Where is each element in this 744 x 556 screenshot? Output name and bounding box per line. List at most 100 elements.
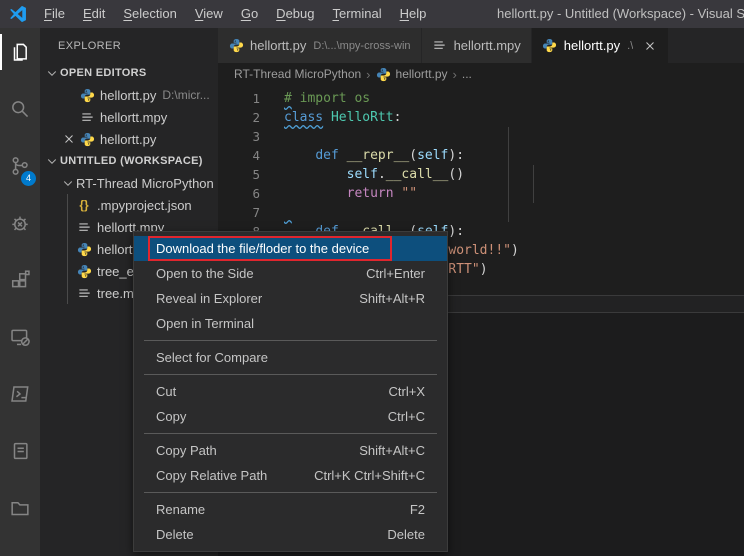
line-content: return "" <box>274 184 417 203</box>
tab-description: D:\...\mpy-cross-win <box>313 40 410 52</box>
close-icon[interactable] <box>642 38 658 54</box>
line-number[interactable]: 5 <box>218 165 274 184</box>
code-line-2[interactable]: 2class HelloRtt: <box>218 108 744 127</box>
line-number[interactable]: 7 <box>218 203 274 222</box>
vscode-window: FileEditSelectionViewGoDebugTerminalHelp… <box>0 0 744 556</box>
menu-item-label: Cut <box>156 384 361 399</box>
workspace-header[interactable]: UNTITLED (WORKSPACE) <box>40 150 218 172</box>
python-file-icon <box>76 263 92 279</box>
breadcrumb-segment[interactable]: hellortt.py <box>396 67 448 81</box>
line-content: class HelloRtt: <box>274 108 401 127</box>
context-menu-item-copy-path[interactable]: Copy PathShift+Alt+C <box>134 438 447 463</box>
explorer-context-menu: Download the file/floder to the device Op… <box>133 231 448 552</box>
mpy-file-icon <box>79 109 95 125</box>
context-menu-item-download-the-file-floder-to-the-device[interactable]: Download the file/floder to the device <box>134 236 447 261</box>
menu-item-shortcut: Ctrl+Enter <box>366 266 425 281</box>
search-icon[interactable] <box>0 85 40 133</box>
menu-item-label: Select for Compare <box>156 350 425 365</box>
open-editors-label: OPEN EDITORS <box>60 67 147 79</box>
context-menu-item-select-for-compare[interactable]: Select for Compare <box>134 345 447 370</box>
json-file-icon: {} <box>76 197 92 213</box>
mpy-file-icon <box>76 219 92 235</box>
source-control-icon[interactable]: 4 <box>0 142 40 190</box>
vscode-logo <box>9 5 27 23</box>
menu-item-shortcut: Delete <box>387 527 425 542</box>
open-editor-hellortt.py[interactable]: hellortt.pyD:\micr... <box>40 84 218 106</box>
code-line-6[interactable]: 6 return "" <box>218 184 744 203</box>
menu-item-label: Download the file/floder to the device <box>156 241 425 256</box>
menu-debug[interactable]: Debug <box>267 0 323 28</box>
close-icon[interactable] <box>61 131 77 147</box>
python-file-icon <box>376 67 391 82</box>
folder-icon[interactable] <box>0 484 40 532</box>
remote-device-icon[interactable] <box>0 313 40 361</box>
output-icon[interactable] <box>0 427 40 475</box>
menu-item-label: Reveal in Explorer <box>156 291 331 306</box>
code-line-5[interactable]: 5 self.__call__() <box>218 165 744 184</box>
menu-view[interactable]: View <box>186 0 232 28</box>
breadcrumb[interactable]: RT-Thread MicroPython›hellortt.py›... <box>218 63 744 85</box>
open-editor-hellortt.py[interactable]: hellortt.py <box>40 128 218 150</box>
line-number[interactable]: 1 <box>218 89 274 108</box>
folder-rt-thread-micropython[interactable]: RT-Thread MicroPython <box>40 172 218 194</box>
breadcrumb-segment[interactable]: ... <box>462 67 472 81</box>
explorer-icon[interactable] <box>0 28 40 76</box>
menu-item-shortcut: Ctrl+C <box>388 409 425 424</box>
line-number[interactable]: 6 <box>218 184 274 203</box>
tab-label: hellortt.mpy <box>454 38 521 53</box>
tab-hellortt.mpy[interactable]: hellortt.mpy <box>422 28 532 63</box>
context-menu-item-copy[interactable]: Copy Ctrl+C <box>134 404 447 429</box>
line-content <box>274 127 284 146</box>
tab-hellortt.py-active[interactable]: hellortt.py.\ <box>532 28 670 63</box>
python-file-icon <box>228 38 244 54</box>
sidebar-title: EXPLORER <box>40 28 218 62</box>
context-menu-item-rename[interactable]: RenameF2 <box>134 497 447 522</box>
tree-item-label: tree.m <box>97 286 134 301</box>
window-title: hellortt.py - Untitled (Workspace) - Vis… <box>497 0 744 28</box>
menu-item-label: Copy Path <box>156 443 331 458</box>
menu-go[interactable]: Go <box>232 0 267 28</box>
extensions-icon[interactable] <box>0 256 40 304</box>
line-number[interactable]: 4 <box>218 146 274 165</box>
open-editor-label: hellortt.py <box>100 88 156 103</box>
menu-file[interactable]: File <box>35 0 74 28</box>
tree-item-.mpyproject.json[interactable]: {} .mpyproject.json <box>40 194 218 216</box>
menu-edit[interactable]: Edit <box>74 0 114 28</box>
menu-separator <box>144 374 437 375</box>
menu-help[interactable]: Help <box>391 0 436 28</box>
code-line-4[interactable]: 4 def __repr__(self): <box>218 146 744 165</box>
python-file-icon <box>76 241 92 257</box>
code-line-1[interactable]: 1# import os <box>218 89 744 108</box>
context-menu-item-open-in-terminal[interactable]: Open in Terminal <box>134 311 447 336</box>
line-number[interactable]: 3 <box>218 127 274 146</box>
code-line-3[interactable]: 3 <box>218 127 744 146</box>
context-menu-item-open-to-the-side[interactable]: Open to the SideCtrl+Enter <box>134 261 447 286</box>
menu-item-label: Copy <box>156 409 360 424</box>
menu-item-label: Copy Relative Path <box>156 468 286 483</box>
open-editor-hellortt.mpy[interactable]: hellortt.mpy <box>40 106 218 128</box>
title-bar: FileEditSelectionViewGoDebugTerminalHelp… <box>0 0 744 28</box>
menu-item-label: Rename <box>156 502 382 517</box>
context-menu-item-delete[interactable]: DeleteDelete <box>134 522 447 547</box>
line-number[interactable]: 2 <box>218 108 274 127</box>
terminal-icon[interactable] <box>0 370 40 418</box>
mpy-file-icon <box>432 38 448 54</box>
activity-bar: 4 <box>0 28 40 556</box>
breadcrumb-segment[interactable]: RT-Thread MicroPython <box>234 67 361 81</box>
code-line-7[interactable]: 7 <box>218 203 744 222</box>
tab-hellortt.py[interactable]: hellortt.pyD:\...\mpy-cross-win <box>218 28 422 63</box>
menu-terminal[interactable]: Terminal <box>323 0 390 28</box>
python-file-icon <box>79 131 95 147</box>
debug-icon[interactable] <box>0 199 40 247</box>
open-editors-list: hellortt.pyD:\micr...hellortt.mpyhellort… <box>40 84 218 150</box>
menu-selection[interactable]: Selection <box>114 0 185 28</box>
context-menu-item-cut[interactable]: CutCtrl+X <box>134 379 447 404</box>
menu-separator <box>144 492 437 493</box>
context-menu-item-copy-relative-path[interactable]: Copy Relative PathCtrl+K Ctrl+Shift+C <box>134 463 447 488</box>
workspace-label: UNTITLED (WORKSPACE) <box>60 155 203 167</box>
menu-separator <box>144 433 437 434</box>
open-editors-header[interactable]: OPEN EDITORS <box>40 62 218 84</box>
context-menu-item-reveal-in-explorer[interactable]: Reveal in ExplorerShift+Alt+R <box>134 286 447 311</box>
line-content: self.__call__() <box>274 165 464 184</box>
tree-item-label: .mpyproject.json <box>97 198 192 213</box>
